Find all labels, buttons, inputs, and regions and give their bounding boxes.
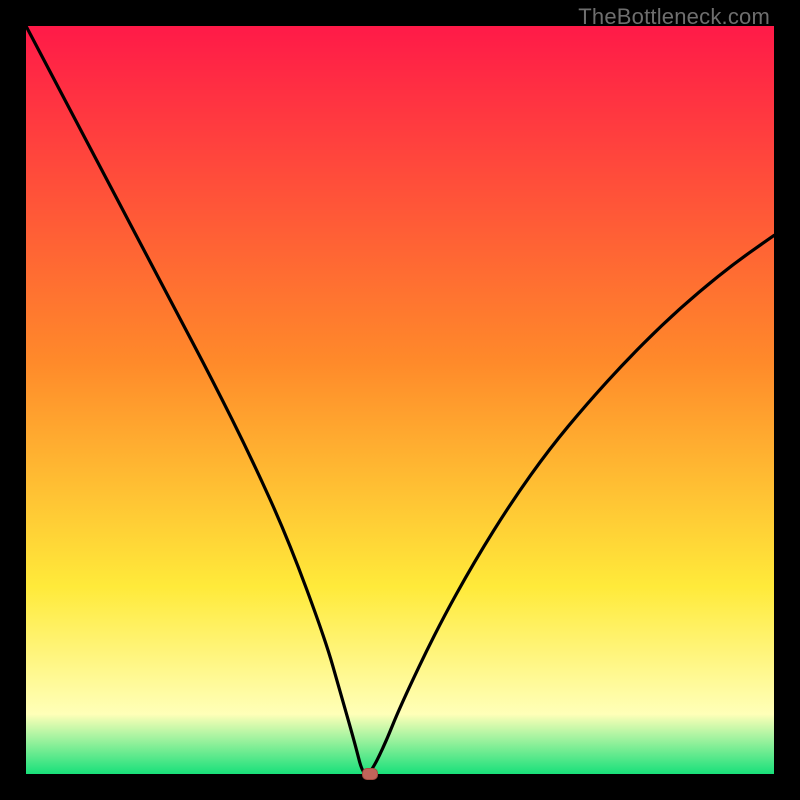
outer-black-frame: TheBottleneck.com bbox=[0, 0, 800, 800]
plot-area bbox=[26, 26, 774, 774]
optimal-point-marker bbox=[362, 768, 378, 780]
bottleneck-curve bbox=[26, 26, 774, 774]
